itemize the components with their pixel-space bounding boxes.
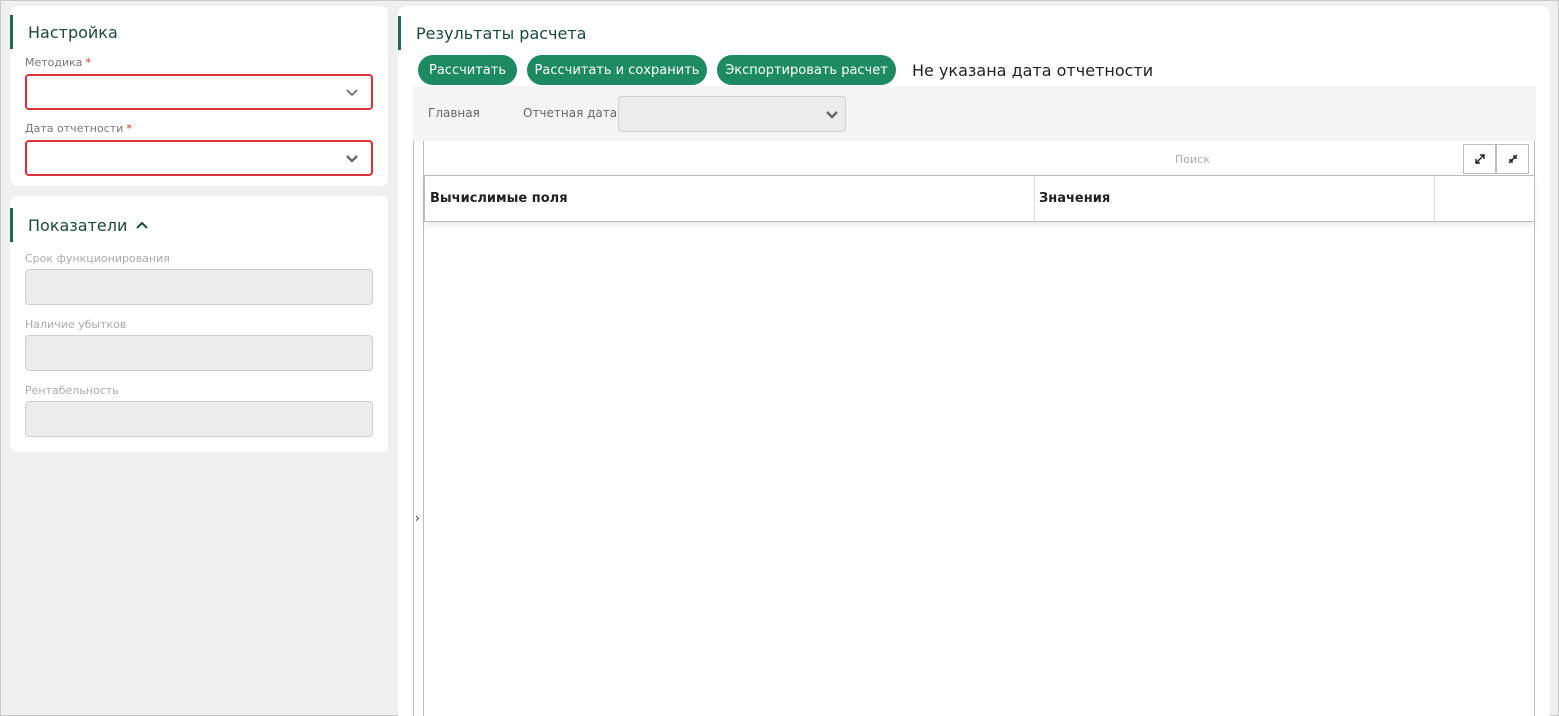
operating-term-label: Срок функционирования [25, 252, 170, 265]
data-grid: › Поиск Вычислимые поля Значения [413, 141, 1535, 716]
expand-icon [1474, 154, 1485, 164]
method-label: Методика * [25, 56, 91, 69]
report-date-label-text: Дата отчетности [25, 122, 124, 135]
report-date-select[interactable] [25, 140, 373, 176]
profitability-label: Рентабельность [25, 384, 119, 397]
collapse-button[interactable] [1496, 144, 1529, 174]
operating-term-field [25, 269, 373, 305]
report-date-label: Дата отчетности * [25, 122, 132, 135]
chevron-down-icon [346, 155, 358, 163]
grid-toolbar: Главная Отчетная дата [413, 86, 1536, 141]
collapse-icon [1508, 154, 1517, 164]
results-title-text: Результаты расчета [416, 23, 587, 43]
column-header-values[interactable]: Значения [1034, 176, 1434, 221]
chevron-down-icon [346, 89, 358, 97]
status-message: Не указана дата отчетности [912, 61, 1154, 80]
settings-panel: Настройка Методика * Дата отчетности * [10, 6, 388, 186]
side-panel-toggle[interactable]: › [415, 511, 420, 525]
settings-title: Настройка [10, 15, 118, 49]
losses-field [25, 335, 373, 371]
search-input[interactable]: Поиск [1175, 153, 1210, 166]
calculate-save-button[interactable]: Рассчитать и сохранить [527, 55, 707, 85]
grid-header-row: Вычислимые поля Значения [424, 175, 1535, 222]
results-panel: Результаты расчета Рассчитать Рассчитать… [398, 6, 1550, 716]
expand-button[interactable] [1463, 144, 1496, 174]
required-mark: * [85, 56, 92, 69]
report-date-filter-select[interactable] [618, 96, 846, 132]
settings-title-text: Настройка [28, 22, 118, 42]
method-select[interactable] [25, 74, 373, 110]
export-button[interactable]: Экспортировать расчет [717, 55, 896, 85]
calculate-button[interactable]: Рассчитать [418, 55, 517, 85]
required-mark: * [126, 122, 132, 135]
chevron-down-icon [826, 111, 838, 119]
report-date-filter-label: Отчетная дата [523, 106, 618, 120]
indicators-title[interactable]: Показатели [10, 208, 149, 242]
indicators-panel: Показатели Срок функционирования Наличие… [10, 196, 388, 452]
indicators-title-text: Показатели [28, 215, 128, 235]
method-label-text: Методика [25, 56, 83, 69]
losses-label: Наличие убытков [25, 318, 127, 331]
profitability-field [25, 401, 373, 437]
tab-main[interactable]: Главная [428, 106, 480, 120]
chevron-up-icon[interactable] [135, 218, 149, 232]
column-header-computed-fields[interactable]: Вычислимые поля [425, 176, 1034, 221]
grid-side-strip [414, 141, 424, 716]
column-divider[interactable] [1434, 176, 1435, 221]
results-title: Результаты расчета [398, 16, 586, 50]
